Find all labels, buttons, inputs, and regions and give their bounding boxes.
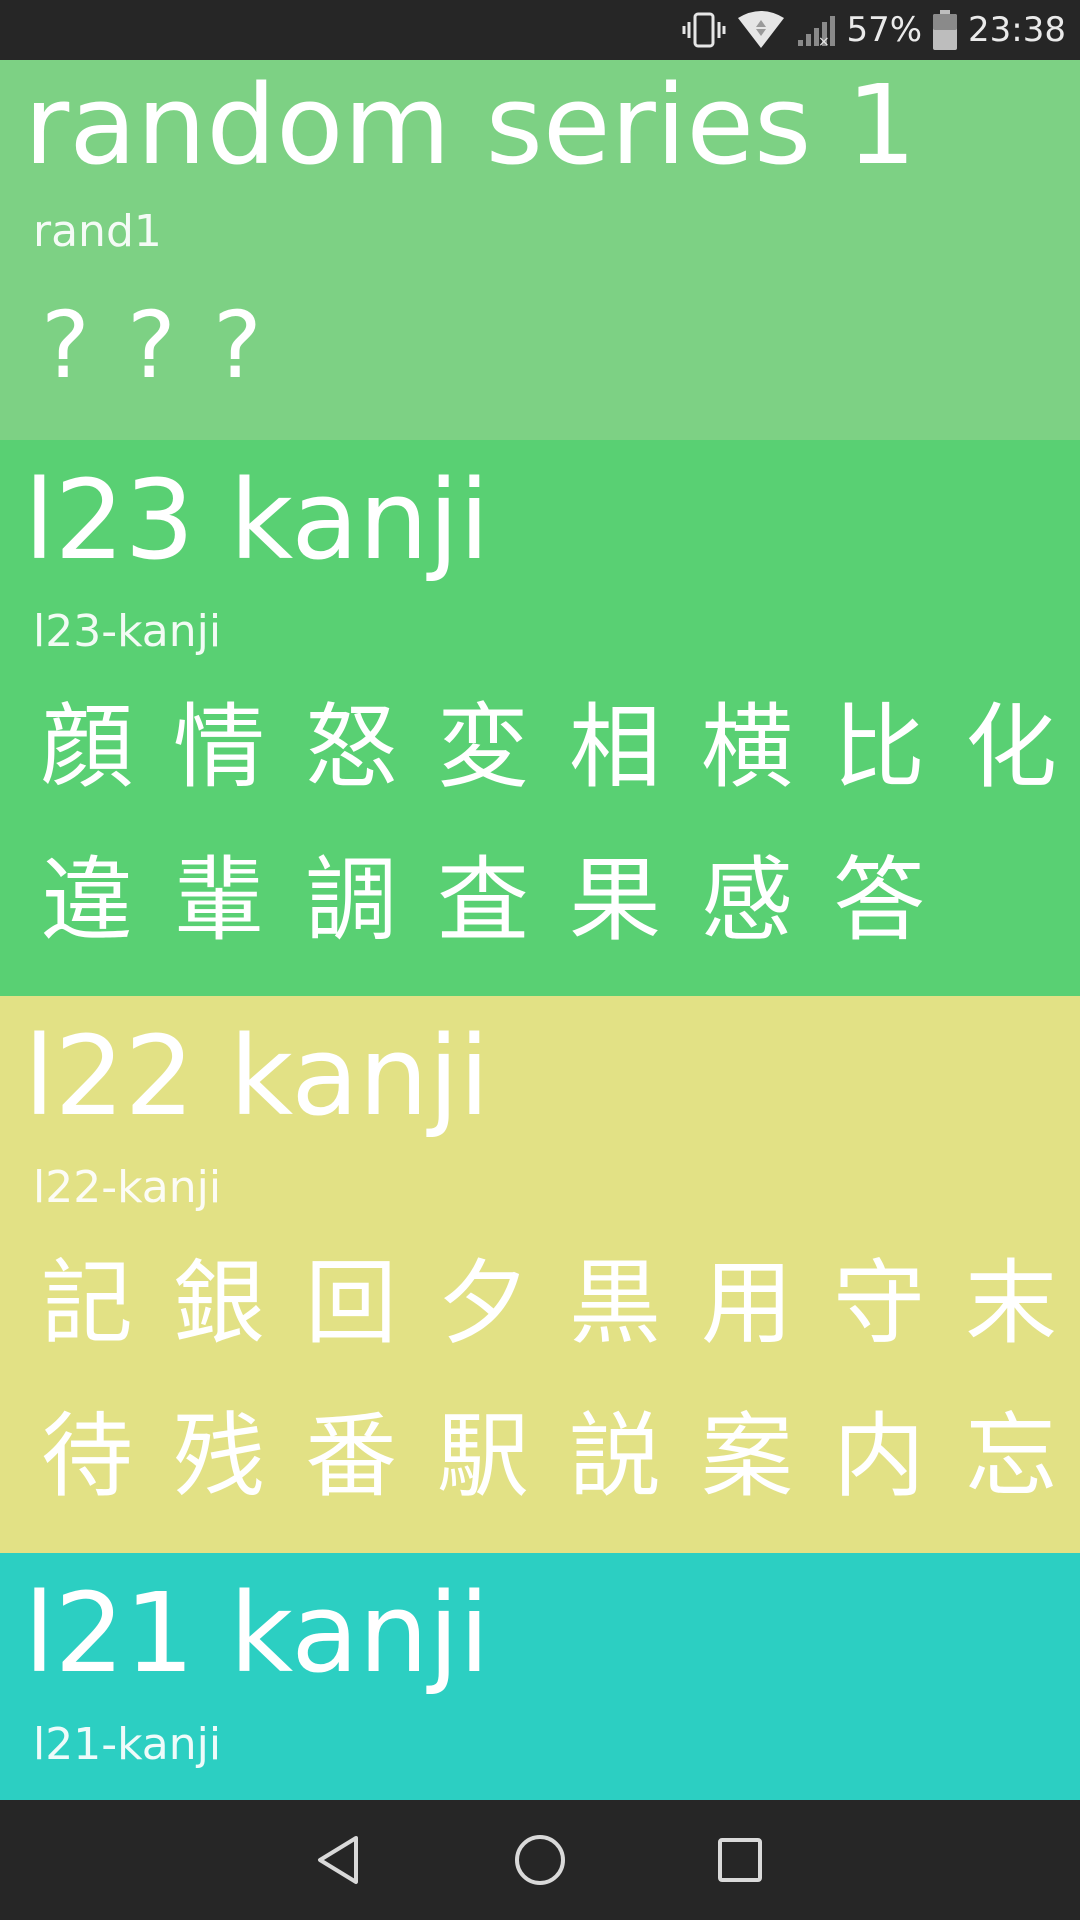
kanji-grid: ? ? ? (33, 300, 1073, 453)
kanji-grid: 顔 情 怒 変 相 横 比 化 違 輩 調 査 果 感 答 (33, 702, 1073, 1008)
kanji-char: 答 (833, 847, 926, 954)
kanji-char: 説 (569, 1403, 662, 1510)
series-card-l22-kanji[interactable]: l22 kanji l22-kanji 記 銀 回 夕 黒 用 守 末 待 残 … (0, 996, 1080, 1553)
kanji-char: 調 (305, 847, 398, 954)
series-card-l21-kanji[interactable]: l21 kanji l21-kanji (0, 1553, 1080, 1800)
navigation-bar (0, 1800, 1080, 1920)
kanji-char: ? (213, 292, 262, 399)
clock: 23:38 (968, 10, 1066, 50)
series-slug: rand1 (33, 206, 162, 257)
kanji-char: 残 (173, 1403, 266, 1510)
kanji-char: 違 (41, 847, 134, 954)
kanji-char: 相 (569, 694, 662, 801)
battery-percent: 57% (846, 10, 923, 50)
kanji-char: 情 (173, 694, 266, 801)
kanji-char: 夕 (437, 1250, 530, 1357)
signal-icon: × (796, 12, 836, 48)
kanji-char: 査 (437, 847, 530, 954)
status-bar: × 57% 23:38 (0, 0, 1080, 60)
kanji-char: 銀 (173, 1250, 266, 1357)
home-icon[interactable] (510, 1830, 570, 1890)
kanji-char: 末 (965, 1250, 1058, 1357)
kanji-char: 黒 (569, 1250, 662, 1357)
kanji-char: 記 (41, 1250, 134, 1357)
series-slug: l22-kanji (33, 1162, 222, 1213)
series-title: l21 kanji (24, 1569, 490, 1697)
kanji-char: 果 (569, 847, 662, 954)
kanji-grid: 記 銀 回 夕 黒 用 守 末 待 残 番 駅 説 案 内 忘 (33, 1258, 1073, 1564)
recents-icon[interactable] (710, 1830, 770, 1890)
series-slug: l21-kanji (33, 1719, 222, 1770)
kanji-char: 回 (305, 1250, 398, 1357)
series-title: random series 1 (24, 61, 917, 189)
vibrate-icon (682, 10, 726, 50)
series-card-l23-kanji[interactable]: l23 kanji l23-kanji 顔 情 怒 変 相 横 比 化 違 輩 … (0, 440, 1080, 996)
kanji-char: 番 (305, 1403, 398, 1510)
kanji-char: 用 (701, 1250, 794, 1357)
kanji-char: 比 (833, 694, 926, 801)
kanji-char: 怒 (305, 694, 398, 801)
kanji-char: 変 (437, 694, 530, 801)
kanji-char: 守 (833, 1250, 926, 1357)
series-title: l22 kanji (24, 1012, 490, 1140)
kanji-char: 待 (41, 1403, 134, 1510)
kanji-char: 輩 (173, 847, 266, 954)
battery-icon (932, 9, 958, 51)
series-title: l23 kanji (24, 456, 490, 584)
kanji-char: 駅 (437, 1403, 530, 1510)
kanji-char: 感 (701, 847, 794, 954)
kanji-char: 内 (833, 1403, 926, 1510)
kanji-char: 顔 (41, 694, 134, 801)
svg-text:×: × (818, 34, 830, 48)
series-card-rand1[interactable]: random series 1 rand1 ? ? ? (0, 60, 1080, 440)
kanji-char: 化 (965, 694, 1058, 801)
kanji-char: 忘 (965, 1403, 1058, 1510)
status-icons: × 57% 23:38 (682, 0, 1066, 60)
series-slug: l23-kanji (33, 606, 222, 657)
kanji-char: 横 (701, 694, 794, 801)
back-icon[interactable] (308, 1830, 368, 1890)
kanji-char: 案 (701, 1403, 794, 1510)
series-list: random series 1 rand1 ? ? ? l23 kanji l2… (0, 60, 1080, 1800)
wifi-icon (736, 10, 786, 50)
